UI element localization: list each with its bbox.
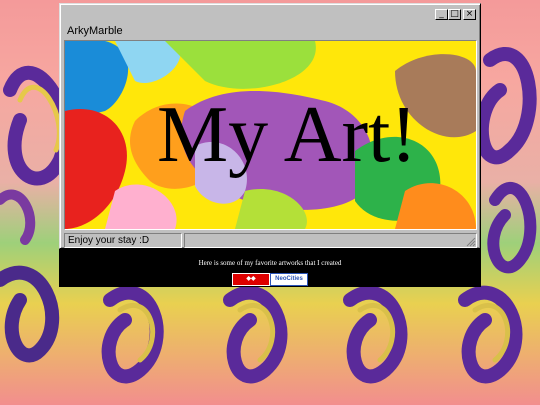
close-icon: × xyxy=(465,9,474,19)
footer: Here is some of my favorite artworks tha… xyxy=(59,249,481,287)
status-panel xyxy=(184,233,477,248)
app-window: _ □ × ArkyMarble My Art! Enjoy your stay… xyxy=(59,3,481,249)
neocities-badge-label: NeoCities xyxy=(275,276,303,282)
maximize-button[interactable]: □ xyxy=(448,9,461,20)
title-bar[interactable]: _ □ × xyxy=(63,7,477,23)
maximize-icon: □ xyxy=(450,9,459,19)
artwork-canvas: My Art! xyxy=(64,40,477,230)
resize-grip-icon[interactable] xyxy=(466,237,476,247)
artwork-heading: My Art! xyxy=(157,91,417,179)
minimize-icon: _ xyxy=(439,9,444,19)
webring-badge[interactable]: ◆◆ xyxy=(232,273,270,286)
menu-item-arkymarble[interactable]: ArkyMarble xyxy=(67,25,123,37)
neocities-badge[interactable]: NeoCities xyxy=(270,273,308,286)
footer-caption: Here is some of my favorite artworks tha… xyxy=(198,259,342,267)
artwork-image: My Art! xyxy=(65,41,476,229)
status-text: Enjoy your stay :D xyxy=(64,233,182,248)
webring-badge-icon: ◆◆ xyxy=(246,276,256,282)
menu-bar: ArkyMarble xyxy=(63,24,477,40)
close-button[interactable]: × xyxy=(463,9,476,20)
minimize-button[interactable]: _ xyxy=(435,9,448,20)
